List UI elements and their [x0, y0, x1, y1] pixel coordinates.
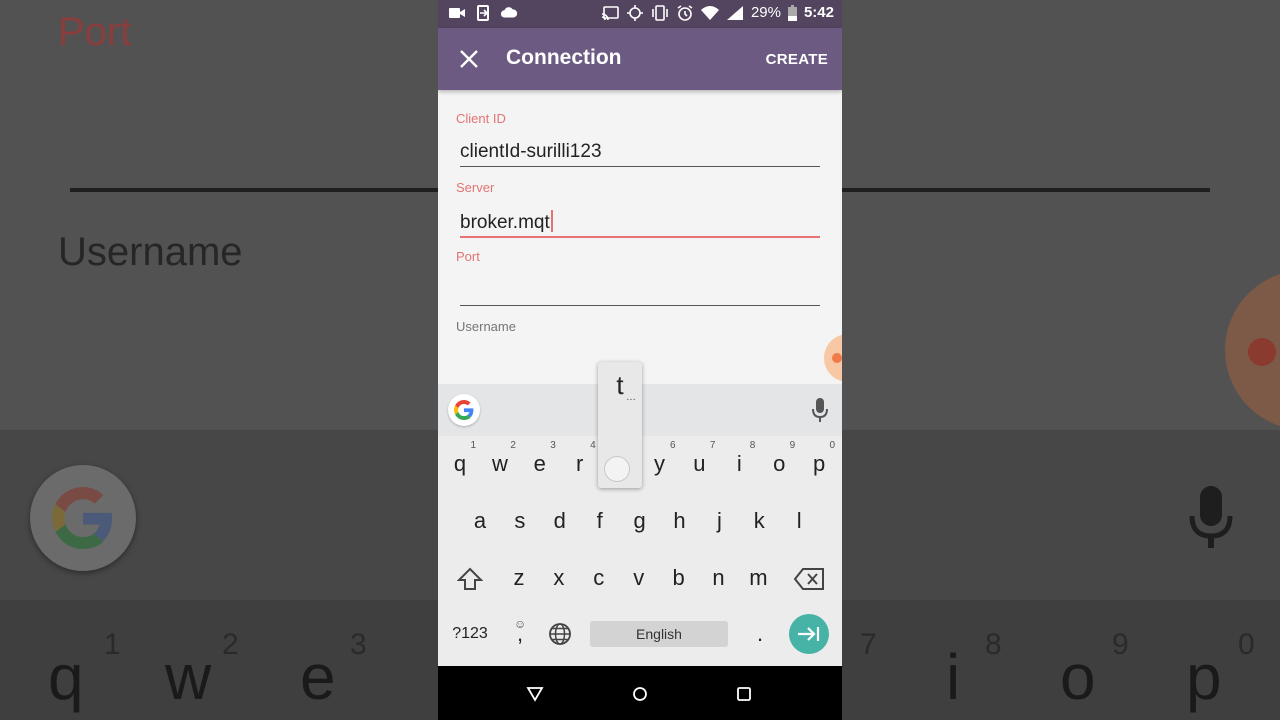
nav-bar — [438, 666, 842, 720]
server-underline — [460, 236, 820, 238]
key-y[interactable]: y6 — [642, 440, 678, 486]
alarm-icon — [677, 4, 693, 21]
bg-key: p — [1186, 641, 1222, 713]
symbols-key[interactable]: ?123 — [448, 612, 492, 656]
status-bar: 29% 5:42 — [438, 0, 842, 28]
vibrate-icon — [652, 4, 668, 21]
key-hint: 2 — [510, 440, 516, 451]
key-s[interactable]: s — [502, 499, 538, 543]
server-field[interactable]: broker.mqt — [460, 210, 553, 234]
key-o[interactable]: o9 — [761, 440, 797, 486]
bg-key: q — [48, 641, 84, 713]
client-id-field[interactable]: clientId-surilli123 — [460, 141, 602, 163]
bg-key: o — [1060, 641, 1096, 713]
cloud-icon — [500, 7, 518, 18]
key-c[interactable]: c — [581, 556, 617, 600]
keyboard: q1w2e3r4t5y6u7i8o9p0 asdfghjkl zxcvbnm ?… — [438, 362, 842, 666]
key-l[interactable]: l — [781, 499, 817, 543]
key-p[interactable]: p0 — [801, 440, 837, 486]
create-button[interactable]: CREATE — [766, 51, 828, 68]
key-f[interactable]: f — [582, 499, 618, 543]
bg-username-label: Username — [58, 230, 243, 274]
bg-google-icon — [30, 465, 136, 571]
key-q[interactable]: q1 — [442, 440, 478, 486]
key-w[interactable]: w2 — [482, 440, 518, 486]
cast-icon — [601, 5, 619, 20]
space-bar[interactable]: English — [590, 621, 728, 647]
bg-key: i — [946, 641, 961, 713]
key-hint: 7 — [709, 440, 716, 451]
key-d[interactable]: d — [542, 499, 578, 543]
comma-key[interactable]: , ☺ — [502, 612, 538, 656]
app-bar: Connection CREATE — [438, 28, 842, 90]
key-j[interactable]: j — [701, 499, 737, 543]
bg-key: e — [300, 641, 336, 713]
client-id-underline — [460, 166, 820, 167]
key-preview-popup: t … — [598, 362, 642, 488]
key-hint: 0 — [829, 440, 836, 451]
wifi-icon — [700, 5, 719, 20]
back-triangle-icon[interactable] — [526, 685, 544, 703]
text-caret — [550, 210, 553, 232]
key-m[interactable]: m — [740, 556, 776, 600]
key-x[interactable]: x — [541, 556, 577, 600]
page-title: Connection — [506, 46, 622, 69]
server-label: Server — [456, 180, 495, 195]
emoji-hint: ☺ — [514, 617, 527, 631]
mic-icon[interactable] — [812, 398, 828, 422]
recents-square-icon[interactable] — [735, 685, 753, 703]
location-icon — [626, 4, 643, 21]
period-key[interactable]: . — [742, 612, 778, 656]
key-z[interactable]: z — [501, 556, 537, 600]
key-e[interactable]: e3 — [522, 440, 558, 486]
key-hint: 1 — [470, 440, 476, 451]
clock: 5:42 — [803, 4, 834, 21]
key-h[interactable]: h — [662, 499, 698, 543]
key-v[interactable]: v — [621, 556, 657, 600]
username-label: Username — [456, 319, 516, 334]
next-field-button[interactable] — [789, 614, 829, 654]
connection-form: Client ID clientId-surilli123 Server bro… — [438, 90, 842, 384]
key-k[interactable]: k — [741, 499, 777, 543]
port-underline — [460, 305, 820, 306]
home-circle-icon[interactable] — [631, 685, 649, 703]
bg-mic-icon — [1189, 486, 1233, 548]
sim-transfer-icon — [477, 5, 489, 21]
globe-icon[interactable] — [548, 622, 572, 646]
server-value: broker.mqt — [460, 212, 550, 233]
key-b[interactable]: b — [661, 556, 697, 600]
key-i[interactable]: i8 — [721, 440, 757, 486]
key-r[interactable]: r4 — [562, 440, 598, 486]
cell-signal-icon — [726, 5, 743, 20]
battery-icon — [787, 4, 797, 21]
key-hint: 4 — [590, 440, 596, 451]
key-hint: 6 — [669, 440, 676, 451]
battery-percent: 29% — [750, 4, 781, 21]
key-hint: 9 — [789, 440, 796, 451]
next-field-icon — [798, 627, 820, 641]
key-g[interactable]: g — [622, 499, 658, 543]
client-id-label: Client ID — [456, 111, 506, 126]
port-label: Port — [456, 249, 480, 264]
bg-key: w — [165, 641, 212, 713]
key-u[interactable]: u7 — [681, 440, 717, 486]
key-n[interactable]: n — [701, 556, 737, 600]
phone-screen: 29% 5:42 Connection CREATE Client ID cli… — [438, 0, 842, 720]
key-a[interactable]: a — [462, 499, 498, 543]
port-field[interactable] — [460, 279, 820, 305]
backspace-icon[interactable] — [794, 568, 824, 590]
bg-port-label: Port — [58, 10, 132, 54]
screen-root: Port Username 1 2 3 7 8 9 0 q w e i o p … — [0, 0, 1280, 720]
key-hint: 3 — [550, 440, 556, 451]
key-hint: 8 — [749, 440, 756, 451]
video-camera-icon — [449, 8, 465, 18]
google-icon[interactable] — [448, 394, 480, 426]
touch-indicator — [604, 456, 630, 482]
shift-icon[interactable] — [457, 566, 483, 592]
close-icon[interactable] — [458, 48, 480, 70]
key-preview-more: … — [626, 392, 636, 403]
